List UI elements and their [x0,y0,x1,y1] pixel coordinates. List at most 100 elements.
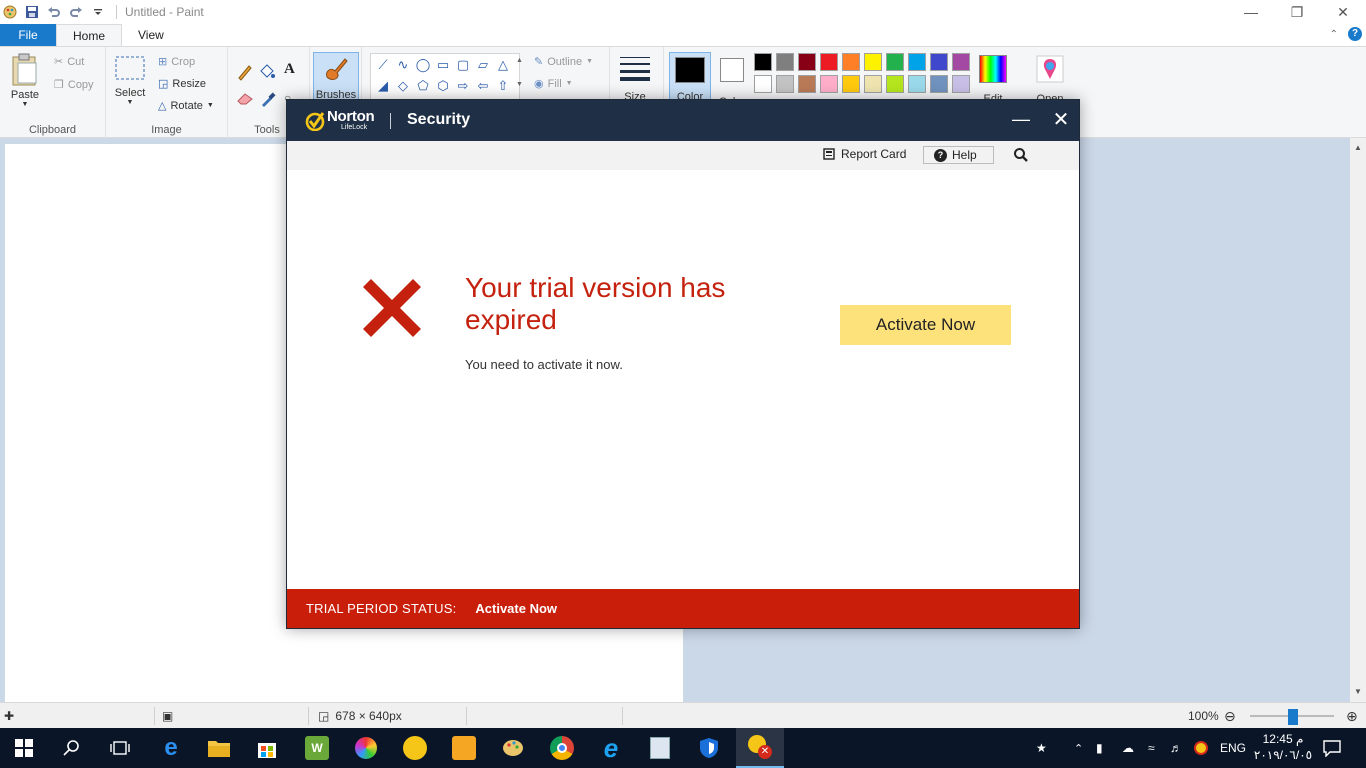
color-picker-icon[interactable] [260,91,276,110]
curve-shape-icon[interactable]: ∿ [395,57,411,73]
minimize-button[interactable]: — [1228,0,1274,24]
up-arrow-shape-icon[interactable]: ⇧ [495,78,511,94]
right-triangle-shape-icon[interactable]: ◢ [375,78,391,94]
palette-swatch[interactable] [820,53,838,71]
save-icon[interactable] [24,4,40,20]
palette-swatch[interactable] [952,53,970,71]
select-button[interactable]: Select ▼ [114,55,146,106]
vertical-scrollbar[interactable]: ▲ ▼ [1350,138,1366,702]
taskbar-chrome[interactable] [538,728,586,768]
palette-swatch[interactable] [754,53,772,71]
help-icon[interactable]: ? [1348,27,1362,41]
people-icon[interactable]: ★ [1036,728,1047,768]
taskbar-wps[interactable]: W [293,728,341,768]
rectangle-shape-icon[interactable]: ▭ [435,57,451,73]
norton-tray-icon[interactable] [1194,728,1208,768]
norton-help-button[interactable]: ? Help [923,146,994,164]
taskbar-media-app[interactable] [342,728,390,768]
paste-button[interactable]: Paste ▼ [10,53,40,108]
rotate-button[interactable]: △ Rotate ▼ [158,99,214,113]
line-shape-icon[interactable]: ⟋ [375,57,391,73]
tab-view[interactable]: View [122,24,180,46]
taskbar-internet-explorer[interactable]: e [587,728,635,768]
palette-swatch[interactable] [886,53,904,71]
norton-search-button[interactable] [1013,147,1031,165]
color1-button[interactable]: Color [669,52,711,104]
taskbar-paint[interactable] [489,728,537,768]
wifi-icon[interactable]: ≈ [1148,728,1155,768]
brushes-button[interactable]: Brushes [313,52,359,104]
taskbar-app-orange[interactable] [440,728,488,768]
cut-button[interactable]: ✂ Cut [54,55,84,69]
fill-bucket-icon[interactable] [258,63,276,84]
crop-button[interactable]: ⊞ Crop [158,55,195,69]
restore-button[interactable]: ❐ [1274,0,1320,24]
onedrive-icon[interactable]: ☁ [1122,728,1134,768]
system-clock[interactable]: 12:45 م ٢٠١٩/٠٦/٠٥ [1252,731,1314,763]
copy-button[interactable]: ❐ Copy [54,78,94,92]
scroll-down-icon[interactable]: ▼ [1350,684,1366,700]
norton-close-button[interactable]: ✕ [1049,108,1073,132]
outline-button[interactable]: ✎ Outline ▼ [534,55,593,69]
polygon-shape-icon[interactable]: ▱ [475,57,491,73]
taskbar-edge[interactable]: e [147,728,195,768]
close-button[interactable]: ✕ [1320,0,1366,24]
shapes-scroll-up-icon[interactable]: ▲ [516,57,523,64]
palette-swatch[interactable] [842,53,860,71]
start-button[interactable] [0,728,48,768]
zoom-in-button[interactable]: ⊕ [1346,703,1358,729]
collapse-ribbon-icon[interactable]: ⌃ [1330,29,1338,40]
trial-activate-link[interactable]: Activate Now [475,601,557,616]
shapes-gallery[interactable]: ⟋ ∿ ◯ ▭ ▢ ▱ △ ◢ ◇ ⬠ ⬡ ⇨ ⇦ ⇧ [370,53,520,105]
palette-swatch[interactable] [930,53,948,71]
norton-minimize-button[interactable]: — [1009,108,1033,132]
task-view-button[interactable] [96,728,144,768]
palette-swatch[interactable] [864,53,882,71]
customize-toolbar-icon[interactable] [90,4,106,20]
palette-swatch[interactable] [798,75,816,93]
action-center-icon[interactable] [1322,728,1342,768]
taskbar-file-explorer[interactable] [195,728,243,768]
input-language[interactable]: ENG [1220,728,1246,768]
edit-colors-button[interactable]: Edit [975,55,1011,105]
redo-icon[interactable] [68,4,84,20]
resize-button[interactable]: ◲ Resize [158,77,206,91]
palette-swatch[interactable] [842,75,860,93]
tab-home[interactable]: Home [56,24,123,46]
hexagon-shape-icon[interactable]: ⬡ [435,78,451,94]
palette-swatch[interactable] [798,53,816,71]
palette-swatch[interactable] [886,75,904,93]
eraser-icon[interactable] [236,91,254,108]
pentagon-shape-icon[interactable]: ⬠ [415,78,431,94]
triangle-shape-icon[interactable]: △ [495,57,511,73]
diamond-shape-icon[interactable]: ◇ [395,78,411,94]
open-paint3d-button[interactable]: Open [1031,55,1069,105]
palette-swatch[interactable] [952,75,970,93]
size-button[interactable]: Size [618,55,652,103]
taskbar-photos[interactable] [636,728,684,768]
zoom-slider-thumb[interactable] [1288,709,1298,725]
left-arrow-shape-icon[interactable]: ⇦ [475,78,491,94]
scroll-up-icon[interactable]: ▲ [1350,140,1366,156]
palette-swatch[interactable] [754,75,772,93]
palette-swatch[interactable] [930,75,948,93]
taskbar-security[interactable] [685,728,733,768]
show-hidden-icons[interactable]: ⌃ [1074,728,1083,768]
undo-icon[interactable] [46,4,62,20]
palette-swatch[interactable] [864,75,882,93]
taskbar-store[interactable] [243,728,291,768]
zoom-out-button[interactable]: ⊖ [1224,703,1236,729]
palette-swatch[interactable] [776,75,794,93]
activate-now-button[interactable]: Activate Now [840,305,1011,345]
tab-file[interactable]: File [0,24,56,46]
taskbar-norton[interactable]: ✕ [736,728,784,768]
oval-shape-icon[interactable]: ◯ [415,57,431,73]
battery-icon[interactable]: ▮ [1096,728,1103,768]
text-tool-icon[interactable]: A [284,61,295,78]
report-card-button[interactable]: Report Card [823,147,906,161]
right-arrow-shape-icon[interactable]: ⇨ [455,78,471,94]
shapes-scroll-down-icon[interactable]: ▼ [516,81,523,88]
palette-swatch[interactable] [776,53,794,71]
rounded-rectangle-shape-icon[interactable]: ▢ [455,57,471,73]
search-taskbar-button[interactable] [48,728,96,768]
